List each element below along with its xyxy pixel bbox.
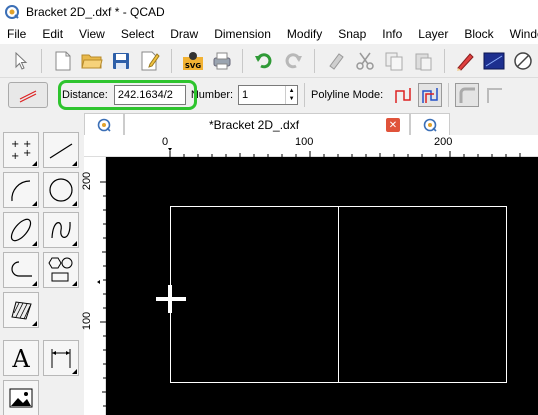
- delete-eraser-icon[interactable]: [323, 48, 348, 74]
- horizontal-ruler: 0 100 200: [84, 135, 538, 157]
- select-pointer-icon[interactable]: [8, 48, 33, 74]
- pen-color-icon[interactable]: [452, 48, 477, 74]
- menu-view[interactable]: View: [71, 27, 113, 41]
- points-tool-icon[interactable]: + + + +: [3, 132, 39, 168]
- save-icon[interactable]: [109, 48, 134, 74]
- current-tool-indicator-icon: [8, 82, 48, 108]
- svg-text:+: +: [11, 139, 19, 150]
- document-tab-bar: *Bracket 2D_.dxf ✕: [84, 113, 538, 135]
- polyline-mode-red-icon[interactable]: [391, 83, 415, 107]
- tab-bracket-2d[interactable]: *Bracket 2D_.dxf ✕: [124, 113, 410, 135]
- shapes-tool-icon[interactable]: [43, 252, 79, 288]
- menu-file[interactable]: File: [0, 27, 34, 41]
- cut-icon[interactable]: [352, 48, 377, 74]
- toolbar-separator: [448, 83, 450, 107]
- tab-next[interactable]: [410, 113, 450, 135]
- open-folder-icon[interactable]: [79, 48, 104, 74]
- close-tab-icon[interactable]: ✕: [386, 118, 400, 132]
- ruler-label-0: 0: [162, 136, 169, 148]
- menu-block[interactable]: Block: [456, 27, 501, 41]
- redo-icon[interactable]: [281, 48, 306, 74]
- svg-text:A: A: [11, 345, 30, 372]
- number-value: 1: [242, 89, 249, 101]
- tab-previous[interactable]: [84, 113, 124, 135]
- menu-dimension[interactable]: Dimension: [206, 27, 279, 41]
- toolbar-separator: [170, 48, 172, 73]
- toolbar-separator: [41, 48, 43, 73]
- text-tool-icon[interactable]: A: [3, 340, 39, 376]
- dimension-tool-icon[interactable]: [43, 340, 79, 376]
- drawing-canvas[interactable]: [106, 157, 538, 415]
- toolbar-separator: [242, 48, 244, 73]
- number-label: Number:: [190, 89, 234, 101]
- menu-layer[interactable]: Layer: [410, 27, 456, 41]
- vertical-ruler: 200 100: [81, 157, 106, 415]
- undo-icon[interactable]: [251, 48, 276, 74]
- line-type-icon[interactable]: [511, 48, 536, 74]
- spin-arrows-icon[interactable]: ▲ ▼: [285, 86, 297, 104]
- svg-text:+: +: [11, 151, 19, 162]
- menu-bar: File Edit View Select Draw Dimension Modify Sna…: [0, 24, 538, 44]
- title-bar: Bracket 2D_.dxf * - QCAD: [0, 0, 538, 24]
- ruler-label-100: 100: [295, 136, 314, 148]
- copy-icon[interactable]: [381, 48, 406, 74]
- window-title: Bracket 2D_.dxf * - QCAD: [26, 5, 165, 19]
- print-preview-icon[interactable]: [209, 48, 234, 74]
- paste-icon[interactable]: [410, 48, 435, 74]
- menu-snap[interactable]: Snap: [330, 27, 374, 41]
- menu-edit[interactable]: Edit: [34, 27, 71, 41]
- square-mode-icon[interactable]: [482, 83, 506, 107]
- menu-modify[interactable]: Modify: [279, 27, 330, 41]
- arc-tool-icon[interactable]: [3, 172, 39, 208]
- menu-info[interactable]: Info: [374, 27, 410, 41]
- save-as-icon[interactable]: [138, 48, 163, 74]
- ruler-label-200-vertical: 200: [81, 171, 94, 191]
- cad-tool-panel: + + + + A: [0, 128, 84, 415]
- crosshair-cursor-icon: [156, 285, 186, 313]
- polyline-mode-blue-icon[interactable]: [418, 83, 443, 107]
- distance-highlight: [58, 80, 197, 110]
- line-weight-icon[interactable]: [482, 48, 507, 74]
- polyline-mode-label: Polyline Mode:: [311, 89, 384, 101]
- image-tool-icon[interactable]: [3, 380, 39, 415]
- qcad-app-icon: [4, 4, 20, 20]
- svg-text:SVG: SVG: [184, 62, 200, 70]
- menu-windo[interactable]: Windo: [502, 27, 538, 41]
- ellipse-tool-icon[interactable]: [3, 212, 39, 248]
- spline-tool-icon[interactable]: [43, 212, 79, 248]
- toolbar-separator: [304, 83, 306, 107]
- main-toolbar: SVG: [0, 44, 538, 78]
- number-spinner[interactable]: 1 ▲ ▼: [238, 85, 299, 105]
- line-tool-icon[interactable]: [43, 132, 79, 168]
- ruler-label-100-vertical: 100: [81, 311, 94, 331]
- drawing-canvas-svg: [156, 206, 507, 383]
- toolbar-separator: [313, 48, 315, 73]
- options-toolbar: Distance: 242.1634/2 Number: 1 ▲ ▼ Polyli…: [0, 79, 538, 111]
- polyline-tool-icon[interactable]: [3, 252, 39, 288]
- toolbar-separator: [443, 48, 445, 73]
- vertical-ruler-ticks: [97, 181, 106, 407]
- new-file-icon[interactable]: [50, 48, 75, 74]
- ruler-label-200: 200: [434, 136, 453, 148]
- tab-bracket-2d-label: *Bracket 2D_.dxf: [209, 117, 300, 132]
- hatch-tool-icon[interactable]: [3, 292, 39, 328]
- svg-text:+: +: [23, 148, 31, 159]
- export-svg-icon[interactable]: SVG: [180, 48, 205, 74]
- corner-mode-icon[interactable]: [455, 83, 480, 107]
- menu-draw[interactable]: Draw: [162, 27, 206, 41]
- circle-tool-icon[interactable]: [43, 172, 79, 208]
- menu-select[interactable]: Select: [113, 27, 162, 41]
